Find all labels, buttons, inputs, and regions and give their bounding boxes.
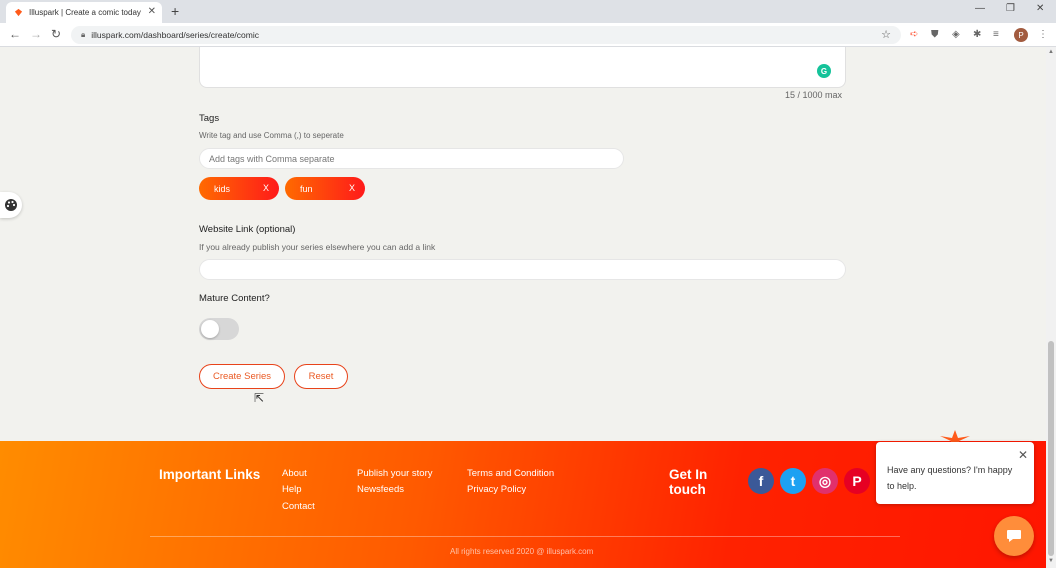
tags-input[interactable]: Add tags with Comma separate — [199, 148, 624, 169]
minimize-button[interactable]: — — [975, 3, 985, 14]
twitter-icon[interactable]: t — [780, 468, 806, 494]
instagram-icon[interactable]: ◎ — [812, 468, 838, 494]
tag-chip-label: kids — [214, 183, 231, 194]
address-bar-row: ← → ↻ 🔒︎ illuspark.com/dashboard/series/… — [0, 23, 1056, 47]
scrollbar-thumb[interactable] — [1048, 341, 1054, 556]
chrome-menu-icon[interactable]: ⋮ — [1038, 29, 1048, 40]
tag-chip-label: fun — [300, 183, 313, 194]
footer-link-publish[interactable]: Publish your story — [357, 468, 433, 479]
chat-close-icon[interactable]: ✕ — [1018, 448, 1028, 462]
footer-link-help[interactable]: Help — [282, 484, 302, 495]
scroll-up-icon[interactable]: ▲ — [1048, 49, 1054, 55]
get-in-touch-heading-line2: touch — [669, 482, 706, 497]
reload-icon[interactable]: ↻ — [51, 27, 61, 41]
tag-chip-fun: fun X — [285, 177, 365, 200]
extension-arrow-icon[interactable]: ➪ — [910, 29, 918, 40]
browser-tab[interactable]: Illuspark | Create a comic today ✕ — [6, 2, 162, 23]
chat-message: Have any questions? I'm happy to help. — [887, 465, 1013, 491]
footer-divider — [150, 536, 900, 537]
extensions-puzzle-icon[interactable]: ✱ — [973, 29, 981, 40]
browser-tab-strip: Illuspark | Create a comic today ✕ + — ❐… — [0, 0, 1056, 23]
facebook-icon[interactable]: f — [748, 468, 774, 494]
extension-badge-icon[interactable]: ◈ — [952, 29, 960, 40]
important-links-heading: Important Links — [159, 467, 261, 482]
reset-button[interactable]: Reset — [294, 364, 348, 389]
tags-label: Tags — [199, 113, 220, 124]
extension-shield-icon[interactable]: ⛊ — [931, 29, 939, 40]
close-window-button[interactable]: ✕ — [1036, 3, 1044, 14]
mouse-cursor-icon: ⇱ — [254, 391, 265, 405]
media-queue-icon[interactable]: ≡ — [993, 29, 999, 40]
palette-icon — [5, 199, 17, 211]
remove-tag-button[interactable]: X — [263, 183, 269, 193]
lock-icon: 🔒︎ — [81, 30, 86, 39]
url-field[interactable]: 🔒︎ illuspark.com/dashboard/series/create… — [71, 26, 901, 44]
page-scrollbar[interactable]: ▲ ▼ — [1046, 47, 1056, 568]
tags-placeholder: Add tags with Comma separate — [209, 153, 335, 164]
illuspark-favicon-icon — [14, 8, 23, 17]
get-in-touch-heading-line1: Get In — [669, 467, 708, 482]
page-content: G 15 / 1000 max Tags Write tag and use C… — [0, 47, 1046, 441]
url-text: illuspark.com/dashboard/series/create/co… — [91, 30, 259, 40]
tags-hint: Write tag and use Comma (,) to seperate — [199, 131, 344, 140]
grammarly-icon[interactable]: G — [817, 64, 831, 78]
restore-button[interactable]: ❐ — [1006, 3, 1015, 14]
create-series-button[interactable]: Create Series — [199, 364, 285, 389]
chat-launcher-button[interactable] — [994, 516, 1034, 556]
remove-tag-button[interactable]: X — [349, 183, 355, 193]
footer-link-contact[interactable]: Contact — [282, 501, 315, 512]
pinterest-icon[interactable]: P — [844, 468, 870, 494]
mature-content-toggle[interactable] — [199, 318, 239, 340]
char-count: 15 / 1000 max — [785, 90, 843, 100]
toggle-knob — [201, 320, 219, 338]
website-link-input[interactable] — [199, 259, 846, 280]
footer-link-about[interactable]: About — [282, 468, 307, 479]
new-tab-button[interactable]: + — [171, 3, 179, 19]
back-arrow-icon[interactable]: ← — [9, 27, 21, 41]
tag-chip-kids: kids X — [199, 177, 279, 200]
chat-popup: ✕ Have any questions? I'm happy to help. — [876, 442, 1034, 504]
theme-palette-button[interactable] — [0, 192, 22, 218]
mature-content-label: Mature Content? — [199, 293, 270, 304]
profile-avatar[interactable]: P — [1014, 28, 1028, 42]
chat-bubble-icon — [1007, 530, 1021, 542]
copyright-text: All rights reserved 2020 @ illuspark.com — [450, 547, 594, 556]
scroll-down-icon[interactable]: ▼ — [1048, 558, 1054, 564]
tab-close-icon[interactable]: ✕ — [148, 6, 156, 17]
bookmark-star-icon[interactable]: ☆ — [881, 28, 891, 41]
description-textarea[interactable]: G — [199, 47, 846, 88]
forward-arrow-icon[interactable]: → — [30, 27, 42, 41]
tab-title: Illuspark | Create a comic today — [29, 8, 141, 17]
footer-link-newsfeeds[interactable]: Newsfeeds — [357, 484, 404, 495]
website-label: Website Link (optional) — [199, 224, 296, 235]
website-hint: If you already publish your series elsew… — [199, 242, 436, 252]
footer-link-terms[interactable]: Terms and Condition — [467, 468, 554, 479]
footer-link-privacy[interactable]: Privacy Policy — [467, 484, 526, 495]
